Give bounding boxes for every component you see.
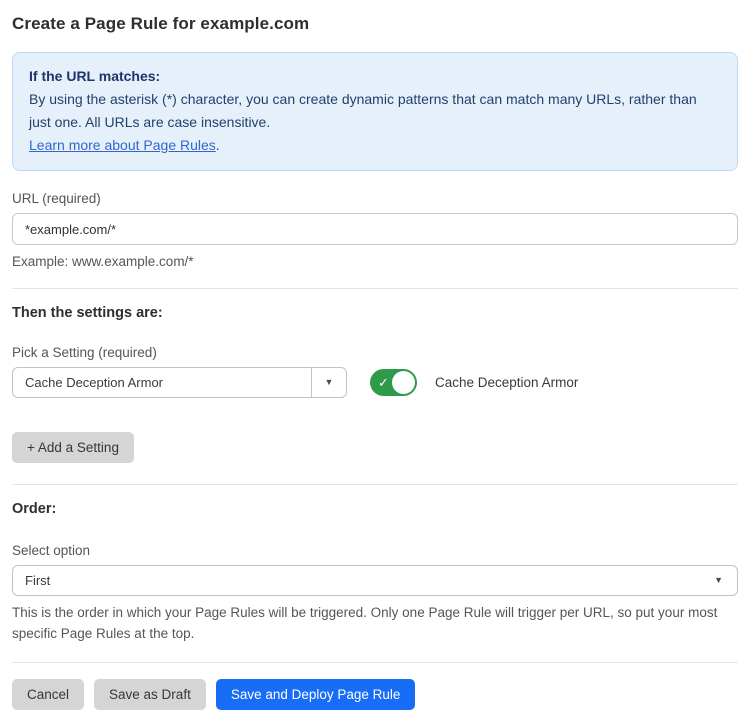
page-title: Create a Page Rule for example.com (12, 14, 738, 34)
info-box-link-row: Learn more about Page Rules. (29, 134, 721, 157)
settings-section-heading: Then the settings are: (12, 305, 738, 321)
setting-row: Cache Deception Armor ▼ ✓ Cache Deceptio… (12, 367, 738, 398)
check-icon: ✓ (378, 375, 389, 391)
info-box-body: By using the asterisk (*) character, you… (29, 88, 721, 134)
setting-select-caret-button[interactable]: ▼ (311, 368, 346, 397)
cache-deception-armor-toggle[interactable]: ✓ (370, 369, 417, 396)
select-option-label: Select option (12, 543, 738, 558)
chevron-down-icon: ▼ (325, 378, 334, 387)
pick-setting-label: Pick a Setting (required) (12, 345, 738, 360)
toggle-label: Cache Deception Armor (435, 375, 578, 390)
order-select-value: First (25, 573, 714, 588)
save-as-draft-button[interactable]: Save as Draft (94, 679, 206, 710)
footer-buttons: Cancel Save as Draft Save and Deploy Pag… (12, 679, 738, 710)
chevron-down-icon: ▼ (714, 576, 723, 585)
url-input[interactable] (12, 213, 738, 245)
order-section-heading: Order: (12, 501, 738, 517)
setting-select-value: Cache Deception Armor (13, 368, 311, 397)
cancel-button[interactable]: Cancel (12, 679, 84, 710)
add-setting-button[interactable]: + Add a Setting (12, 432, 134, 463)
toggle-wrap: ✓ Cache Deception Armor (370, 369, 578, 396)
save-and-deploy-button[interactable]: Save and Deploy Page Rule (216, 679, 416, 710)
learn-more-link[interactable]: Learn more about Page Rules (29, 137, 216, 153)
url-matches-info-box: If the URL matches: By using the asteris… (12, 52, 738, 171)
order-helper-text: This is the order in which your Page Rul… (12, 602, 738, 644)
divider (12, 662, 738, 663)
link-suffix: . (216, 137, 220, 153)
url-field-label: URL (required) (12, 191, 738, 206)
toggle-knob (392, 371, 415, 394)
divider (12, 288, 738, 289)
order-select[interactable]: First ▼ (12, 565, 738, 596)
info-box-heading: If the URL matches: (29, 65, 721, 88)
setting-select[interactable]: Cache Deception Armor ▼ (12, 367, 347, 398)
url-example-helper: Example: www.example.com/* (12, 251, 738, 272)
divider (12, 484, 738, 485)
